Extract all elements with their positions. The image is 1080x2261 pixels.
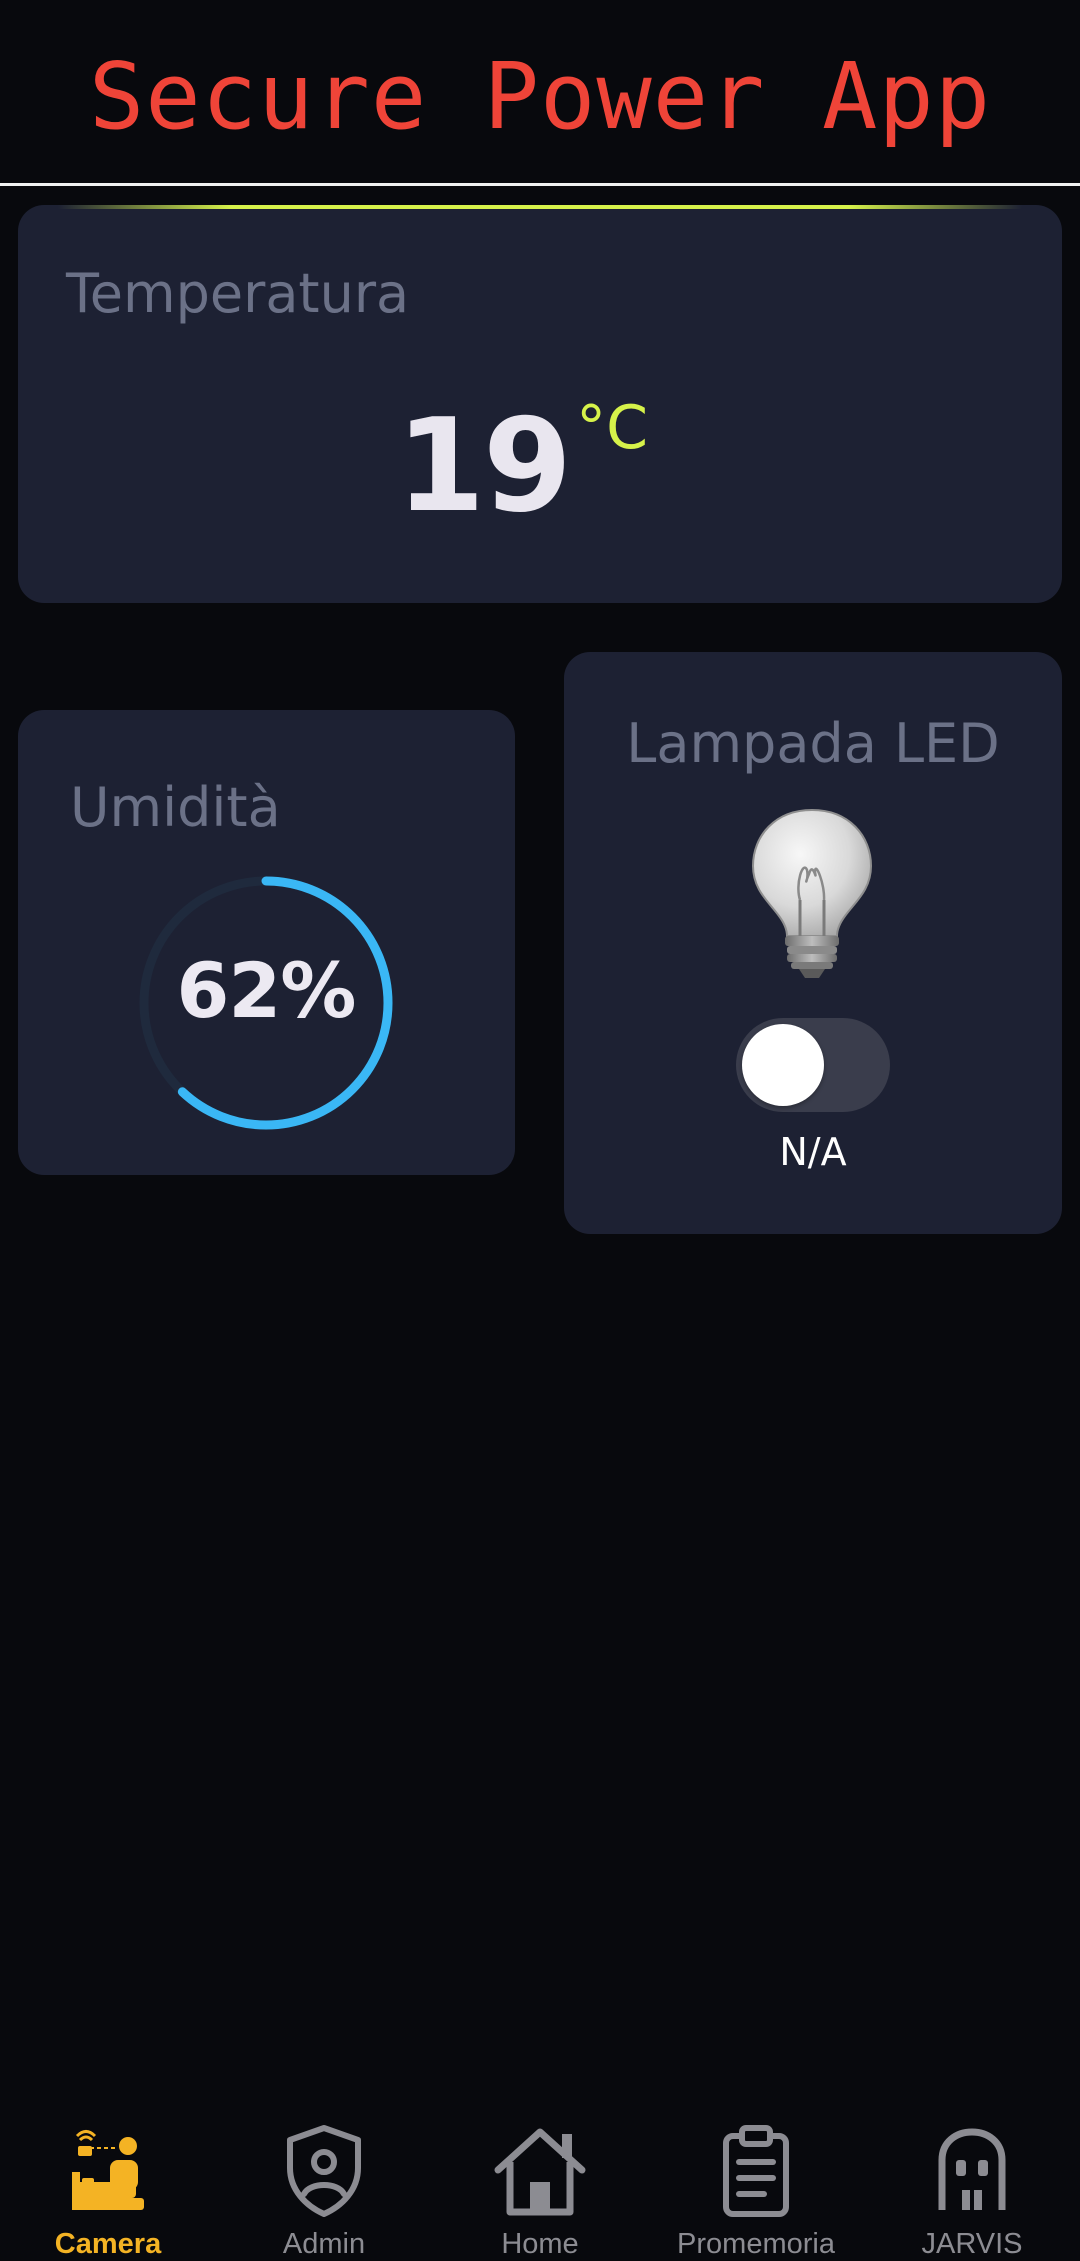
- header-divider: [0, 183, 1080, 186]
- lamp-toggle-knob[interactable]: [742, 1024, 824, 1106]
- temperature-label: Temperatura: [66, 262, 410, 325]
- temperature-accent-line: [58, 205, 1022, 209]
- temperature-unit: °C: [576, 393, 649, 463]
- camera-room-icon: [72, 2130, 144, 2210]
- app-title: Secure Power App: [88, 42, 992, 150]
- nav-label-promemoria: Promemoria: [677, 2228, 835, 2260]
- temperature-value-display: 19 °C: [0, 392, 1044, 541]
- shield-user-icon: [287, 2125, 361, 2217]
- humidity-value: 62%: [176, 946, 357, 1035]
- nav-item-home[interactable]: Home: [432, 2100, 648, 2261]
- lamp-toggle[interactable]: [736, 1018, 890, 1112]
- app-root: Secure Power App Temperatura 19 °C Umidit…: [0, 0, 1080, 2261]
- nav-label-camera: Camera: [54, 2228, 162, 2260]
- lamp-card: Lampada LED N/A: [564, 652, 1062, 1234]
- nav-item-admin[interactable]: Admin: [216, 2100, 432, 2261]
- nav-item-camera[interactable]: Camera: [0, 2100, 216, 2261]
- lamp-label: Lampada LED: [626, 712, 1000, 775]
- house-icon: [494, 2128, 586, 2216]
- bottom-navigation: Camera Admin Home Promemoria JARVIS: [0, 2100, 1080, 2261]
- nav-item-promemoria[interactable]: Promemoria: [648, 2100, 864, 2261]
- lamp-status: N/A: [779, 1130, 847, 1174]
- app-header: Secure Power App: [0, 0, 1080, 184]
- nav-label-admin: Admin: [282, 2228, 366, 2260]
- temperature-value: 19: [395, 392, 572, 541]
- humidity-card: Umidità 62%: [18, 710, 515, 1175]
- light-bulb-icon: [751, 808, 873, 978]
- humidity-label: Umidità: [70, 776, 281, 839]
- ghost-icon: [938, 2128, 1006, 2210]
- clipboard-icon: [723, 2125, 789, 2217]
- nav-label-home: Home: [501, 2228, 579, 2260]
- nav-item-jarvis[interactable]: JARVIS: [864, 2100, 1080, 2261]
- nav-label-jarvis: JARVIS: [921, 2228, 1023, 2260]
